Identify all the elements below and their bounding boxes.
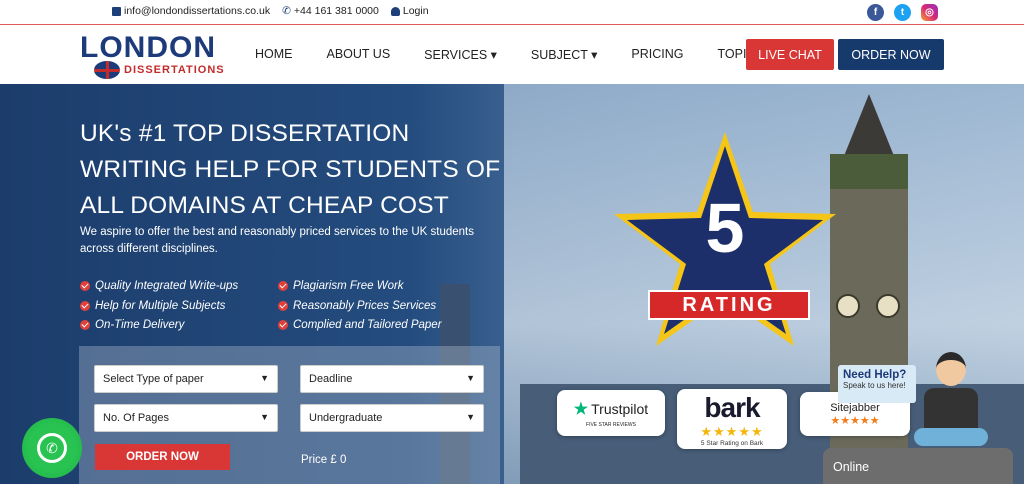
feature-item: Quality Integrated Write-ups: [80, 280, 238, 292]
order-now-button[interactable]: ORDER NOW: [838, 39, 944, 70]
chevron-down-icon: ▼: [466, 412, 475, 422]
feature-label: Quality Integrated Write-ups: [95, 280, 239, 292]
logo-subtext: DISSERTATIONS: [124, 64, 225, 76]
user-icon: [390, 6, 400, 16]
rating-number: 5: [706, 189, 745, 267]
hero-title: UK's #1 TOP DISSERTATION WRITING HELP FO…: [80, 116, 520, 224]
email-link[interactable]: info@londondissertations.co.uk: [112, 5, 270, 17]
feature-label: On-Time Delivery: [95, 319, 185, 331]
envelope-icon: [112, 6, 121, 16]
hero-subtitle: We aspire to offer the best and reasonab…: [80, 226, 474, 255]
instagram-icon[interactable]: ◎: [921, 4, 938, 21]
login-link[interactable]: Login: [390, 5, 429, 17]
hero-title-line3: ALL DOMAINS AT CHEAP COST: [80, 192, 449, 219]
feature-label: Help for Multiple Subjects: [95, 300, 226, 312]
bark-subtext: 5 Star Rating on Bark: [700, 439, 764, 447]
need-help-bubble[interactable]: Need Help? Speak to us here!: [838, 365, 916, 403]
pages-value: No. Of Pages: [103, 412, 170, 424]
agent-head: [936, 352, 966, 386]
nav-item-about-us[interactable]: ABOUT US: [327, 47, 391, 62]
feature-item: Complied and Tailored Paper: [278, 319, 442, 331]
check-icon: [80, 281, 90, 291]
tower-top: [830, 154, 908, 189]
need-help-title: Need Help?: [843, 369, 907, 381]
whatsapp-icon: ✆: [37, 433, 67, 463]
social-links: f t ◎: [867, 4, 938, 21]
phone-icon: ✆: [282, 5, 291, 17]
whatsapp-button[interactable]: ✆: [22, 418, 82, 478]
union-jack-icon: [94, 61, 120, 79]
deadline-value: Deadline: [309, 373, 353, 385]
hero-title-line1: UK's #1 TOP DISSERTATION: [80, 120, 410, 147]
need-help-subtext: Speak to us here!: [843, 381, 906, 390]
main-navigation: LONDON DISSERTATIONS HOME ABOUT US SERVI…: [0, 25, 1024, 84]
live-chat-button[interactable]: LIVE CHAT: [746, 39, 834, 70]
clock-face-right: [876, 294, 900, 318]
logo-text: LONDON: [80, 31, 216, 64]
feature-item: Reasonably Prices Services: [278, 300, 436, 312]
rating-star-graphic: 5: [614, 132, 836, 346]
nav-menu: HOME ABOUT US SERVICES ▾ SUBJECT ▾ PRICI…: [255, 47, 798, 62]
paper-type-select[interactable]: Select Type of paper ▼: [94, 365, 278, 393]
feature-item: Help for Multiple Subjects: [80, 300, 225, 312]
nav-item-subject[interactable]: SUBJECT ▾: [531, 47, 597, 62]
rating-banner: RATING: [648, 290, 810, 320]
chevron-down-icon: ▼: [260, 373, 269, 383]
facebook-icon[interactable]: f: [867, 4, 884, 21]
trustpilot-star-icon: ★: [573, 400, 589, 418]
support-agent-illustration: [910, 352, 990, 452]
level-select[interactable]: Undergraduate ▼: [300, 404, 484, 432]
sitejabber-text: Sitejabber: [830, 401, 880, 414]
nav-item-services[interactable]: SERVICES ▾: [424, 47, 497, 62]
hero-section: UK's #1 TOP DISSERTATION WRITING HELP FO…: [0, 84, 1024, 484]
feature-item: On-Time Delivery: [80, 319, 184, 331]
chat-widget[interactable]: Online: [823, 448, 1013, 484]
site-logo[interactable]: LONDON DISSERTATIONS: [80, 31, 224, 79]
price-display: Price £ 0: [301, 454, 347, 466]
bark-logo-text: bark: [704, 391, 760, 423]
trustpilot-text: Trustpilot: [591, 400, 649, 417]
pages-select[interactable]: No. Of Pages ▼: [94, 404, 278, 432]
check-icon: [278, 281, 288, 291]
check-icon: [80, 320, 90, 330]
trustpilot-badge[interactable]: ★ Trustpilot FIVE STAR REVIEWS: [557, 390, 665, 436]
feature-label: Plagiarism Free Work: [293, 280, 404, 292]
bark-badge[interactable]: bark ★★★★★ 5 Star Rating on Bark: [677, 389, 787, 449]
hero-title-line2: WRITING HELP FOR STUDENTS OF: [80, 156, 501, 183]
check-icon: [80, 301, 90, 311]
nav-item-home[interactable]: HOME: [255, 47, 293, 62]
nav-item-pricing[interactable]: PRICING: [631, 47, 683, 62]
login-text: Login: [402, 5, 429, 17]
paper-type-value: Select Type of paper: [103, 373, 204, 385]
check-icon: [278, 301, 288, 311]
chevron-down-icon: ▼: [260, 412, 269, 422]
form-order-now-button[interactable]: ORDER NOW: [95, 444, 230, 470]
email-text: info@londondissertations.co.uk: [124, 5, 271, 17]
twitter-icon[interactable]: t: [894, 4, 911, 21]
contact-info: info@londondissertations.co.uk ✆ +44 161 …: [112, 5, 429, 17]
phone-text: +44 161 381 0000: [293, 5, 379, 17]
phone-link[interactable]: ✆ +44 161 381 0000: [282, 5, 379, 17]
agent-legs: [914, 428, 988, 446]
sitejabber-stars: ★★★★★: [830, 414, 880, 427]
feature-label: Reasonably Prices Services: [293, 300, 437, 312]
check-icon: [278, 320, 288, 330]
top-bar: info@londondissertations.co.uk ✆ +44 161 …: [0, 0, 1024, 25]
feature-item: Plagiarism Free Work: [278, 280, 404, 292]
chevron-down-icon: ▼: [466, 373, 475, 383]
level-value: Undergraduate: [309, 412, 383, 424]
trustpilot-subtext: FIVE STAR REVIEWS: [586, 421, 636, 428]
trustpilot-logo: ★ Trustpilot: [574, 399, 648, 419]
bark-stars: ★★★★★: [700, 423, 764, 439]
feature-label: Complied and Tailored Paper: [293, 319, 442, 331]
tower-spire: [844, 94, 894, 156]
agent-body: [924, 388, 978, 432]
deadline-select[interactable]: Deadline ▼: [300, 365, 484, 393]
